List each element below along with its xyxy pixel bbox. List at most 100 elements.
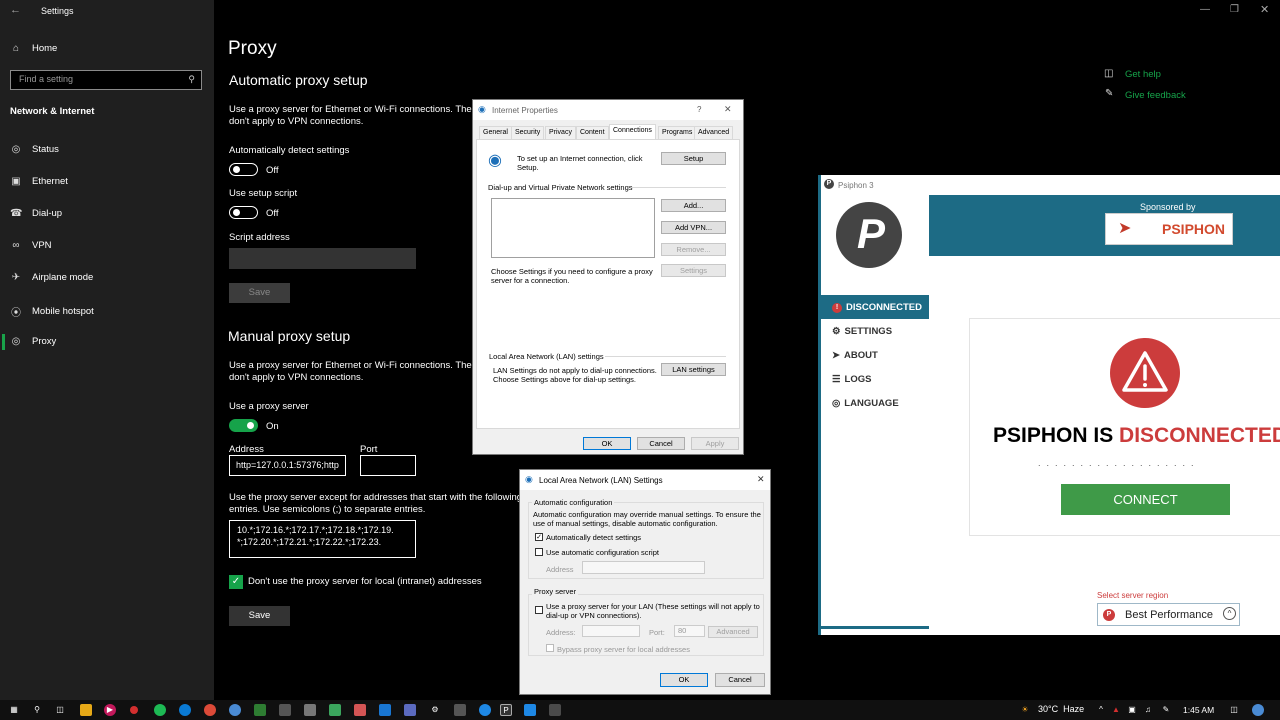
app-icon[interactable] [229,704,241,716]
windows-start-icon[interactable]: ▦ [8,704,20,716]
app-icon[interactable] [454,704,466,716]
search-input[interactable]: Find a setting ⚲ [10,70,202,90]
local-bypass-checkbox[interactable]: ✓ [229,575,243,589]
lan-ok-button[interactable]: OK [660,673,708,687]
edge-icon[interactable] [179,704,191,716]
tab-programs[interactable]: Programs [658,126,697,139]
search-icon[interactable]: ⚲ [31,704,43,716]
nav-dialup[interactable]: ☎ Dial-up [10,208,62,219]
settings-button[interactable]: Settings [661,264,726,277]
app-icon[interactable] [254,704,266,716]
give-feedback-link[interactable]: Give feedback [1125,90,1186,101]
nav-proxy[interactable]: ◎ Proxy [10,336,57,347]
region-select[interactable]: P Best Performance ^ [1097,603,1240,626]
advanced-button[interactable]: Advanced [708,626,758,638]
volume-icon[interactable]: ♫ [1142,704,1154,716]
tray-app-icon[interactable]: ▲ [1110,704,1122,716]
status-prefix: PSIPHON IS [993,424,1120,447]
script-address-field[interactable] [582,561,705,574]
network-icon[interactable]: ▣ [1126,704,1138,716]
psiphon-logo: P [836,202,902,268]
manual-save-button[interactable]: Save [229,606,290,626]
app-icon[interactable] [479,704,491,716]
settings-taskbar-icon[interactable] [549,704,561,716]
spotify-icon[interactable] [154,704,166,716]
lan-settings-dialog: ◉ Local Area Network (LAN) Settings ✕ Au… [519,469,771,695]
media-player-icon[interactable]: ▶ [104,704,116,716]
app-icon[interactable] [379,704,391,716]
chrome-icon[interactable] [204,704,216,716]
setup-button[interactable]: Setup [661,152,726,165]
help-button[interactable]: ? [697,105,701,114]
app-icon[interactable] [404,704,416,716]
tab-advanced[interactable]: Advanced [694,126,734,139]
sponsor-banner[interactable]: ➤ PSIPHON [1105,213,1233,245]
nav-language[interactable]: ◎ LANGUAGE [832,398,899,409]
gear-icon[interactable]: ⚙ [429,704,441,716]
nav-hotspot[interactable]: ⦿ Mobile hotspot [10,304,94,319]
apply-button[interactable]: Apply [691,437,739,450]
nav-airplane[interactable]: ✈ Airplane mode [10,272,93,283]
nav-disconnected[interactable]: ! DISCONNECTED [832,302,922,313]
tab-privacy[interactable]: Privacy [545,126,576,139]
add-button[interactable]: Add... [661,199,726,212]
ok-button[interactable]: OK [583,437,631,450]
tab-content[interactable]: Content [576,126,609,139]
back-arrow-icon[interactable]: ← [10,4,21,16]
nav-logs[interactable]: ☰ LOGS [832,374,871,385]
use-proxy-checkbox[interactable] [535,606,543,614]
chevron-up-icon[interactable]: ^ [1095,704,1107,716]
connect-button[interactable]: CONNECT [1061,484,1230,515]
tab-connections[interactable]: Connections [609,124,656,139]
notifications-icon[interactable]: ◫ [1228,704,1240,716]
get-help-link[interactable]: Get help [1125,69,1161,80]
proxy-port-field[interactable]: 80 [674,625,705,637]
close-button[interactable]: ✕ [1260,3,1269,16]
internet-properties-taskbar-icon[interactable] [524,704,536,716]
nav-status-label: Status [32,144,59,155]
add-vpn-button[interactable]: Add VPN... [661,221,726,234]
app-icon[interactable] [304,704,316,716]
auto-config-text-2: use of manual settings, disable automati… [533,519,718,528]
copilot-icon[interactable] [1252,704,1264,716]
file-explorer-icon[interactable] [80,704,92,716]
lan-cancel-button[interactable]: Cancel [715,673,765,687]
tab-general[interactable]: General [479,126,512,139]
task-view-icon[interactable]: ◫ [54,704,66,716]
bypass-checkbox[interactable] [546,644,554,652]
nav-about[interactable]: ➤ ABOUT [832,350,878,361]
setup-script-toggle[interactable] [229,206,258,219]
exceptions-input[interactable]: 10.*;172.16.*;172.17.*;172.18.*;172.19. … [229,520,416,558]
remove-button[interactable]: Remove... [661,243,726,256]
close-icon[interactable]: ✕ [757,474,765,485]
maximize-button[interactable]: ❐ [1230,4,1239,15]
hotspot-icon: ⦿ [11,308,21,319]
psiphon-taskbar-icon[interactable]: P [500,704,512,716]
proxy-address-input[interactable]: http=127.0.0.1:57376;http [229,455,346,476]
use-proxy-toggle[interactable] [229,419,258,432]
app-icon[interactable] [279,704,291,716]
cancel-button[interactable]: Cancel [637,437,685,450]
record-icon[interactable] [130,706,138,714]
lan-settings-button[interactable]: LAN settings [661,363,726,376]
nav-settings[interactable]: ⚙ SETTINGS [832,326,892,337]
auto-save-button[interactable]: Save [229,283,290,303]
manual-proxy-heading: Manual proxy setup [228,328,351,344]
language-icon[interactable]: ✎ [1160,704,1172,716]
nav-vpn[interactable]: ∞ VPN [10,240,51,251]
script-address-input[interactable] [229,248,416,269]
app-icon[interactable] [354,704,366,716]
nav-status[interactable]: ◎ Status [10,144,59,155]
nav-home[interactable]: ⌂ Home [10,43,57,54]
detect-checkbox[interactable]: ✓ [535,533,543,541]
close-icon[interactable]: ✕ [724,104,732,115]
script-checkbox[interactable] [535,548,543,556]
nav-ethernet[interactable]: ▣ Ethernet [10,176,68,187]
minimize-button[interactable]: — [1200,4,1210,15]
detect-settings-toggle[interactable] [229,163,258,176]
connections-list[interactable] [491,198,655,258]
proxy-port-input[interactable] [360,455,416,476]
app-icon[interactable] [329,704,341,716]
proxy-address-field[interactable] [582,625,640,637]
tab-security[interactable]: Security [511,126,545,139]
